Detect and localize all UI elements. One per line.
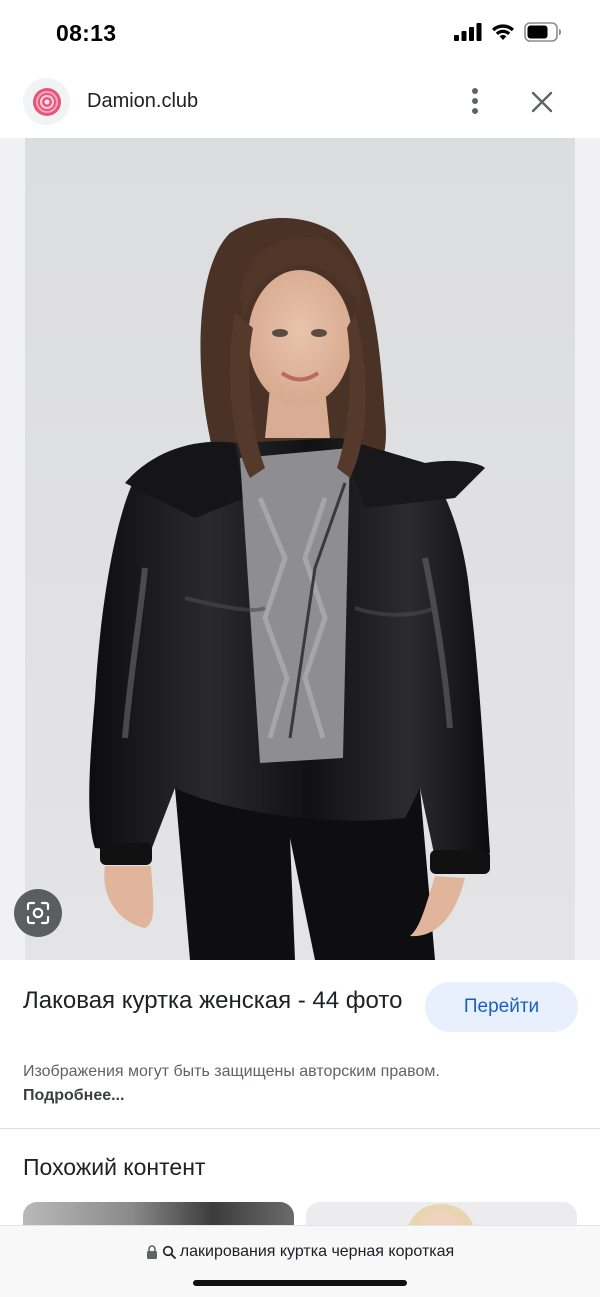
site-favicon-icon[interactable] <box>23 78 70 125</box>
similar-heading: Похожий контент <box>23 1154 206 1180</box>
section-divider <box>0 1128 600 1129</box>
result-info: Лаковая куртка женская - 44 фото Перейти… <box>0 960 600 1128</box>
lock-icon <box>146 1245 157 1259</box>
image-preview-area <box>0 138 600 960</box>
source-header: Damion.club <box>0 68 600 138</box>
cellular-signal-icon <box>454 23 482 41</box>
status-time: 08:13 <box>56 20 117 46</box>
more-options-button[interactable] <box>458 84 492 118</box>
copyright-notice: Изображения могут быть защищены авторски… <box>23 1060 443 1108</box>
close-icon <box>531 91 553 113</box>
google-lens-icon <box>26 901 50 925</box>
close-button[interactable] <box>524 84 560 120</box>
status-bar: 08:13 <box>0 0 600 68</box>
url-text: лакирования куртка черная короткая <box>179 1243 455 1260</box>
lens-search-button[interactable] <box>14 889 62 937</box>
status-icons <box>454 22 562 42</box>
result-title[interactable]: Лаковая куртка женская - 44 фото <box>23 984 403 1018</box>
wifi-icon <box>492 24 514 40</box>
search-icon <box>162 1245 176 1259</box>
url-display[interactable]: лакирования куртка черная короткая <box>0 1243 600 1261</box>
learn-more-link[interactable]: Подробнее... <box>23 1087 124 1104</box>
visit-button[interactable]: Перейти <box>425 982 578 1032</box>
battery-icon <box>524 22 561 42</box>
product-photo[interactable] <box>25 138 575 960</box>
home-indicator[interactable] <box>193 1280 407 1286</box>
site-name[interactable]: Damion.club <box>87 90 198 113</box>
url-bar[interactable]: лакирования куртка черная короткая <box>0 1225 600 1297</box>
copyright-text: Изображения могут быть защищены авторски… <box>23 1063 440 1080</box>
more-vert-icon <box>472 88 478 114</box>
